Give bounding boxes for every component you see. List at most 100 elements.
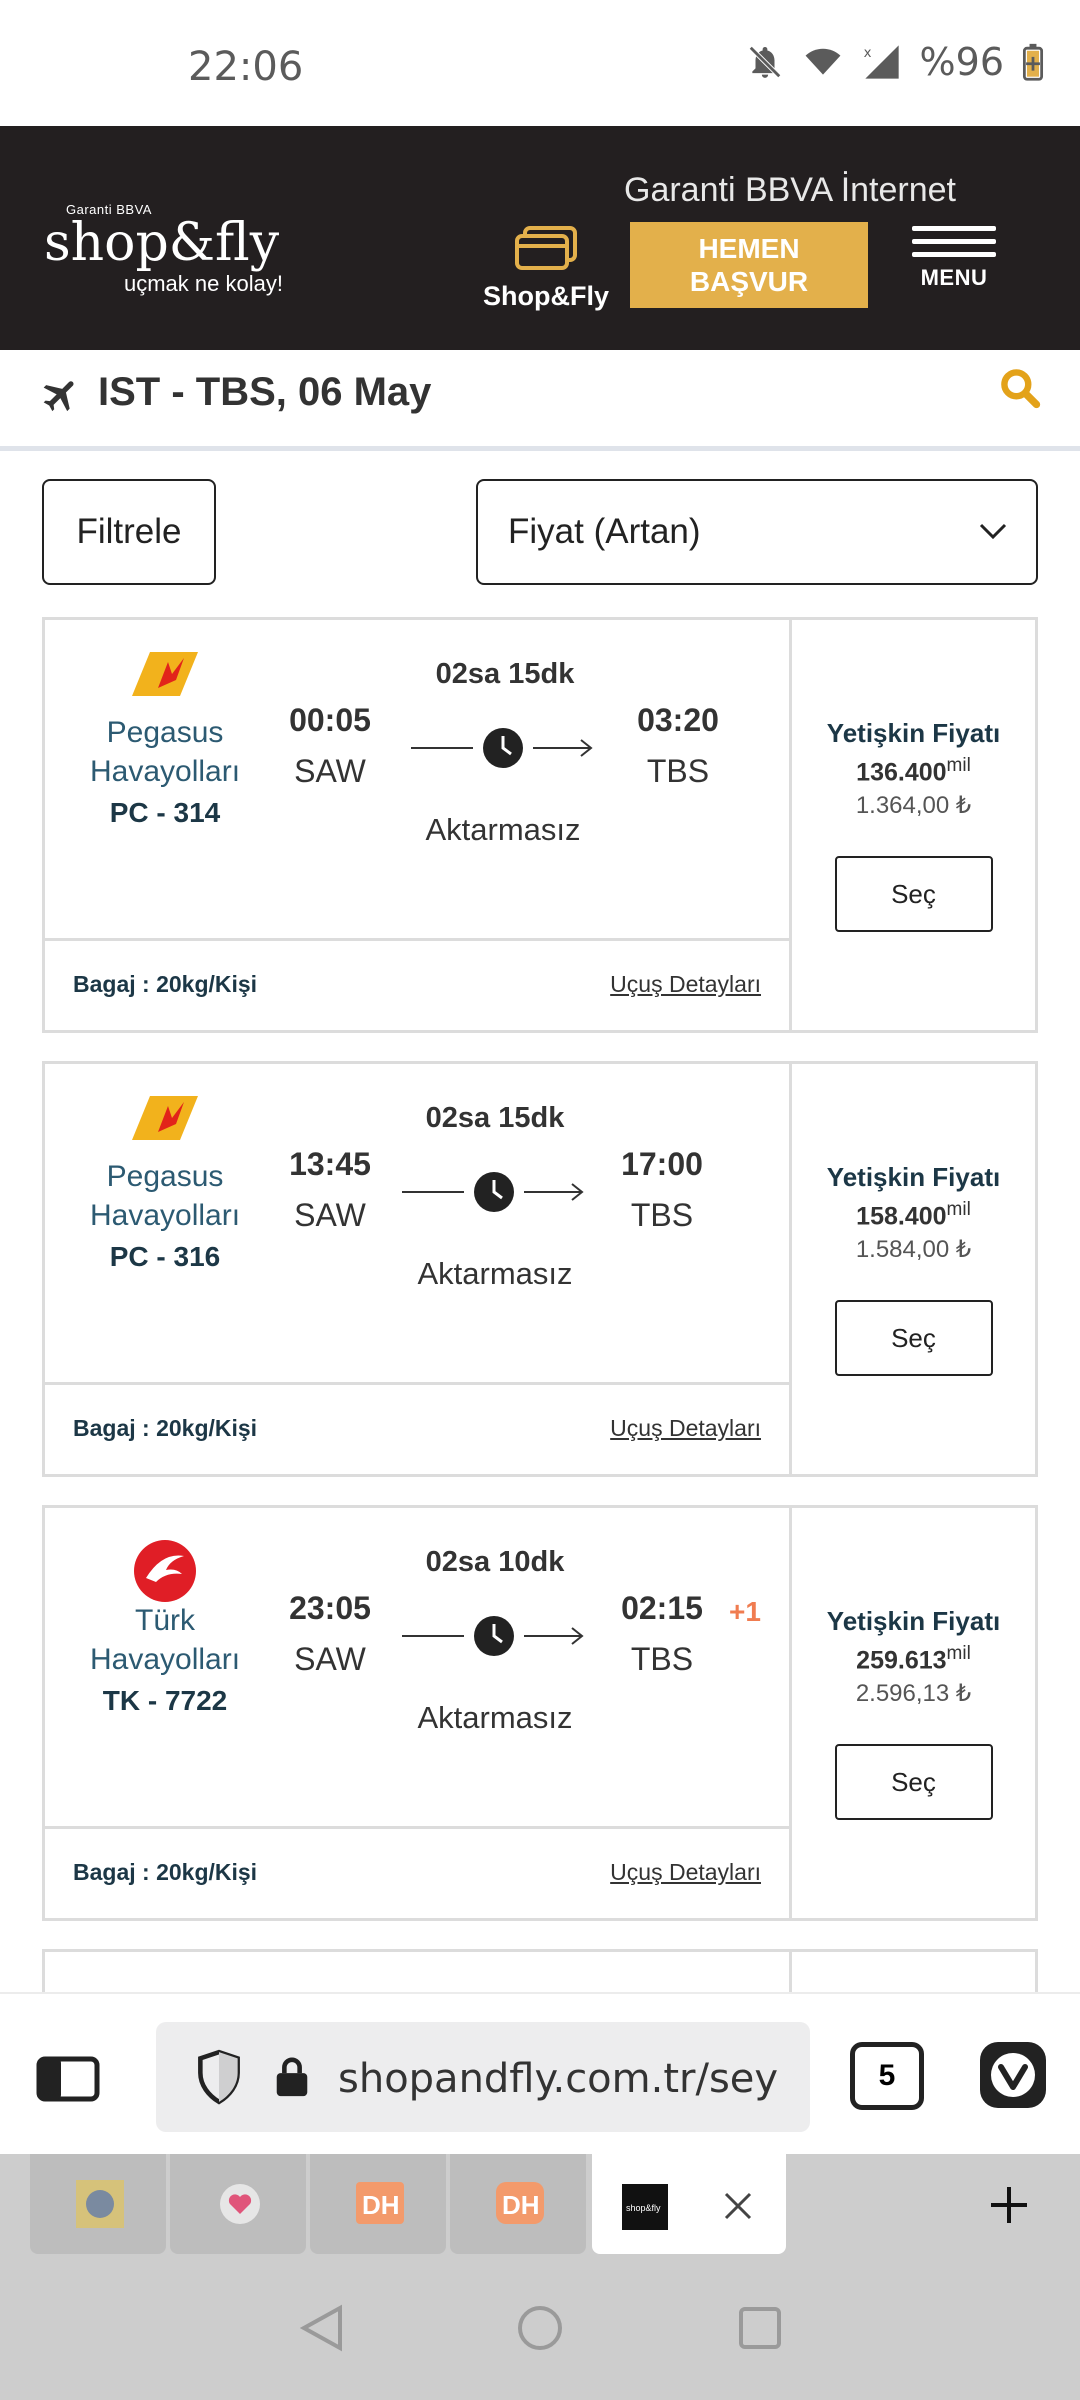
flight-code: PC - 316 — [109, 1241, 221, 1272]
card-footer: Bagaj : 20kg/Kişi Uçuş Detayları — [45, 1826, 789, 1921]
browser-tab[interactable] — [170, 2154, 306, 2254]
select-flight-button[interactable]: Seç — [834, 1744, 993, 1821]
svg-text:DH: DH — [502, 2190, 540, 2220]
select-flight-button[interactable]: Seç — [834, 856, 993, 933]
credit-card-icon — [515, 226, 577, 270]
price-label: Yetişkin Fiyatı — [826, 718, 1001, 748]
flight-duration: 02sa 10dk — [425, 1546, 565, 1578]
shield-icon[interactable] — [194, 2048, 244, 2106]
browser-tab-active[interactable]: shop&fly — [592, 2154, 786, 2254]
baggage-info: Bagaj : 20kg/Kişi — [73, 1859, 258, 1885]
flight-duration: 02sa 15dk — [435, 658, 575, 690]
airplane-icon — [43, 381, 74, 412]
route-text: IST - TBS, 06 May — [98, 370, 432, 414]
clock-timeline-icon — [402, 1616, 584, 1656]
sort-select[interactable]: Fiyat (Artan) — [476, 479, 1038, 585]
browser-toolbar: shopandfly.com.tr/sey 5 — [0, 1992, 1080, 2156]
shopandfly-favicon-icon: shop&fly — [622, 2184, 668, 2230]
flight-code: TK - 7722 — [102, 1685, 228, 1716]
apply-line2: BAŞVUR — [689, 266, 809, 297]
airline-info: Pegasus Havayolları PC - 314 — [75, 650, 255, 829]
airline-name: Türk Havayolları — [89, 1604, 241, 1676]
svg-text:x: x — [863, 46, 871, 61]
pegasus-logo-icon — [132, 652, 198, 696]
shopandfly-logo[interactable]: Garanti BBVA shop&fly uçmak ne kolay! — [44, 202, 283, 297]
battery-percent: %96 — [919, 40, 1004, 84]
flight-card: Türk Havayolları TK - 7722 23:05 SAW 02sa… — [42, 1505, 1038, 1921]
wifi-icon — [805, 48, 840, 75]
hamburger-icon — [910, 226, 998, 257]
price-mil: 259.613mil — [856, 1643, 971, 1675]
dh-favicon-icon: DH — [496, 2182, 544, 2224]
baggage-info: Bagaj : 20kg/Kişi — [73, 971, 258, 997]
airline-info: Pegasus Havayolları PC - 316 — [75, 1094, 255, 1273]
close-tab-icon[interactable] — [722, 2190, 754, 2222]
arrival: 03:20 TBS — [613, 702, 743, 790]
price-label: Yetişkin Fiyatı — [826, 1606, 1001, 1636]
flight-card: Pegasus Havayolları PC - 316 13:45 SAW 02… — [42, 1061, 1038, 1477]
arrival-code: TBS — [630, 1641, 694, 1677]
back-icon[interactable] — [300, 2304, 344, 2352]
transfer-status: Aktarmasız — [425, 812, 581, 847]
price-tl: 1.364,00 ₺ — [855, 792, 972, 820]
browser-tab[interactable]: DH — [310, 2154, 446, 2254]
home-icon[interactable] — [516, 2304, 564, 2352]
vivaldi-menu-icon[interactable] — [978, 2040, 1048, 2110]
cell-signal-icon: x — [863, 45, 899, 79]
airline-info: Türk Havayolları TK - 7722 — [75, 1538, 255, 1717]
address-bar[interactable]: shopandfly.com.tr/sey — [156, 2022, 810, 2132]
departure-code: SAW — [294, 1197, 366, 1233]
site-header: Garanti BBVA shop&fly uçmak ne kolay! Ga… — [0, 126, 1080, 350]
arrival-time: 03:20 — [637, 702, 719, 738]
promo-text: Garanti BBVA İnternet — [624, 171, 956, 209]
mute-bell-icon — [748, 46, 781, 78]
heart-favicon-icon — [220, 2184, 260, 2224]
card-footer: Bagaj : 20kg/Kişi Uçuş Detayları — [45, 938, 789, 1033]
battery-charging-icon — [1022, 43, 1044, 81]
apply-now-button[interactable]: HEMEN BAŞVUR — [630, 222, 868, 308]
departure: 13:45 SAW — [265, 1146, 395, 1234]
transfer-status: Aktarmasız — [417, 1256, 573, 1291]
flight-details-link[interactable]: Uçuş Detayları — [610, 971, 761, 998]
shopandfly-card-link[interactable]: Shop&Fly — [476, 224, 616, 312]
route-summary: IST - TBS, 06 May — [0, 350, 1080, 451]
price-tl: 1.584,00 ₺ — [855, 1236, 972, 1264]
browser-tab[interactable]: DH — [450, 2154, 586, 2254]
airline-name: Pegasus Havayolları — [89, 716, 241, 788]
departure: 00:05 SAW — [265, 702, 395, 790]
recents-icon[interactable] — [738, 2306, 782, 2350]
flight-code: PC - 314 — [109, 797, 221, 828]
logo-tagline: uçmak ne kolay! — [124, 271, 283, 296]
arrival: 02:15 TBS — [597, 1590, 727, 1678]
panel-toggle-icon[interactable] — [36, 2056, 100, 2102]
browser-tab[interactable] — [30, 2154, 166, 2254]
flight-details-link[interactable]: Uçuş Detayları — [610, 1859, 761, 1886]
arrival-code: TBS — [630, 1197, 694, 1233]
dh-favicon-icon: DH — [356, 2182, 404, 2224]
departure-code: SAW — [294, 753, 366, 789]
filter-button[interactable]: Filtrele — [42, 479, 216, 585]
new-tab-icon[interactable] — [988, 2184, 1030, 2226]
status-time: 22:06 — [188, 44, 304, 90]
url-text[interactable]: shopandfly.com.tr/sey — [338, 2056, 798, 2102]
card-label: Shop&Fly — [483, 281, 609, 311]
next-day-badge: +1 — [729, 1596, 761, 1627]
logo-brand-text: shop&fly — [44, 213, 280, 273]
menu-button[interactable]: MENU — [910, 226, 998, 291]
arrival-time: 02:15 — [621, 1590, 703, 1626]
select-flight-button[interactable]: Seç — [834, 1300, 993, 1377]
departure: 23:05 SAW — [265, 1590, 395, 1678]
arrival-time: 17:00 — [621, 1146, 703, 1182]
price-panel: Yetişkin Fiyatı 259.613mil 2.596,13 ₺ Se… — [789, 1508, 1038, 1918]
apply-line1: HEMEN — [698, 233, 800, 264]
airline-name: Pegasus Havayolları — [89, 1160, 241, 1232]
menu-label: MENU — [920, 265, 988, 290]
card-footer: Bagaj : 20kg/Kişi Uçuş Detayları — [45, 1382, 789, 1477]
search-icon[interactable] — [998, 366, 1042, 410]
baggage-info: Bagaj : 20kg/Kişi — [73, 1415, 258, 1441]
tab-count-button[interactable]: 5 — [850, 2042, 924, 2110]
arrival: 17:00 TBS — [597, 1146, 727, 1234]
cat-favicon-icon — [76, 2180, 124, 2228]
turkish-airlines-logo-icon — [134, 1540, 196, 1602]
flight-details-link[interactable]: Uçuş Detayları — [610, 1415, 761, 1442]
